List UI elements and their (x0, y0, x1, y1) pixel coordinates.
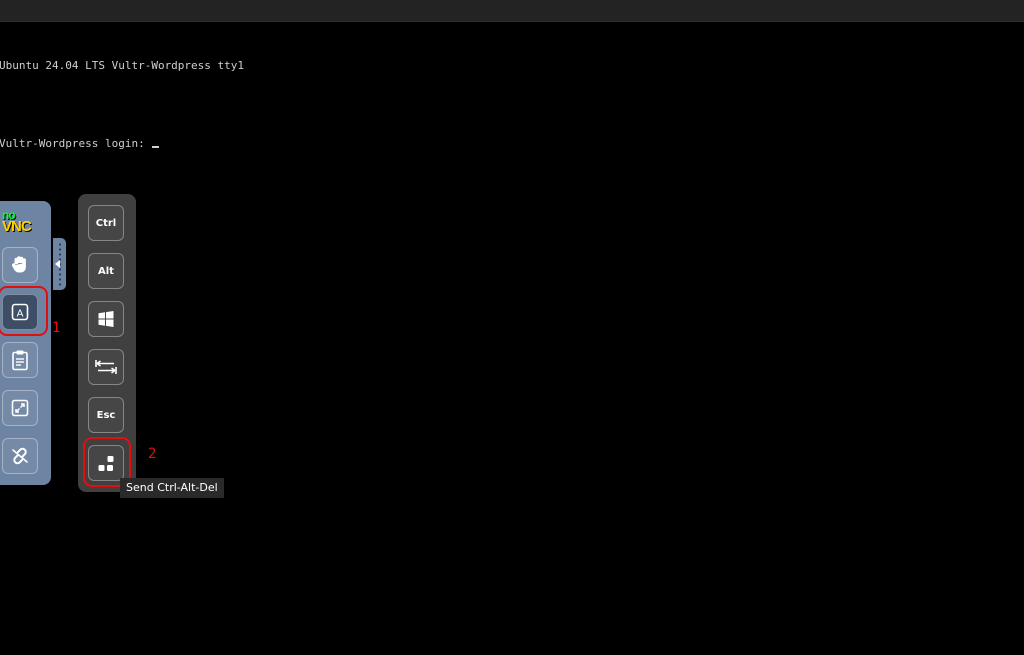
terminal-console[interactable]: Ubuntu 24.04 LTS Vultr-Wordpress tty1 Vu… (0, 33, 244, 176)
drag-hand-icon (11, 256, 26, 273)
novnc-control-bar: no VNC A (0, 201, 51, 485)
disconnect-icon (12, 447, 28, 465)
ctrl-key-button[interactable]: Ctrl (88, 205, 124, 241)
tab-key-button[interactable] (88, 349, 124, 385)
text-cursor (152, 146, 160, 148)
step-label-1: 1 (52, 320, 61, 336)
ctrl-alt-del-tooltip: Send Ctrl-Alt-Del (120, 478, 224, 498)
clipboard-icon (12, 350, 28, 371)
terminal-login-line: Vultr-Wordpress login: (0, 137, 244, 150)
logo-vnc: VNC (2, 218, 32, 235)
novnc-logo: no VNC (2, 209, 46, 237)
login-prompt: Vultr-Wordpress login: (0, 137, 152, 150)
control-bar-handle[interactable] (53, 238, 66, 290)
step-label-2: 2 (148, 446, 157, 462)
terminal-banner: Ubuntu 24.04 LTS Vultr-Wordpress tty1 (0, 59, 245, 72)
windows-key-button[interactable] (88, 301, 124, 337)
fullscreen-button[interactable] (2, 390, 38, 426)
alt-key-button[interactable]: Alt (88, 253, 124, 289)
tab-icon (95, 360, 117, 374)
vnc-viewer: Ubuntu 24.04 LTS Vultr-Wordpress tty1 Vu… (0, 0, 1024, 655)
collapse-arrow-icon (55, 260, 60, 268)
fullscreen-icon (11, 399, 29, 417)
highlight-ring-step1 (0, 286, 48, 336)
top-bar (0, 0, 1024, 22)
disconnect-button[interactable] (2, 438, 38, 474)
esc-key-button[interactable]: Esc (88, 397, 124, 433)
clipboard-button[interactable] (2, 342, 38, 378)
windows-icon (98, 311, 114, 327)
drag-viewport-button[interactable] (2, 247, 38, 283)
